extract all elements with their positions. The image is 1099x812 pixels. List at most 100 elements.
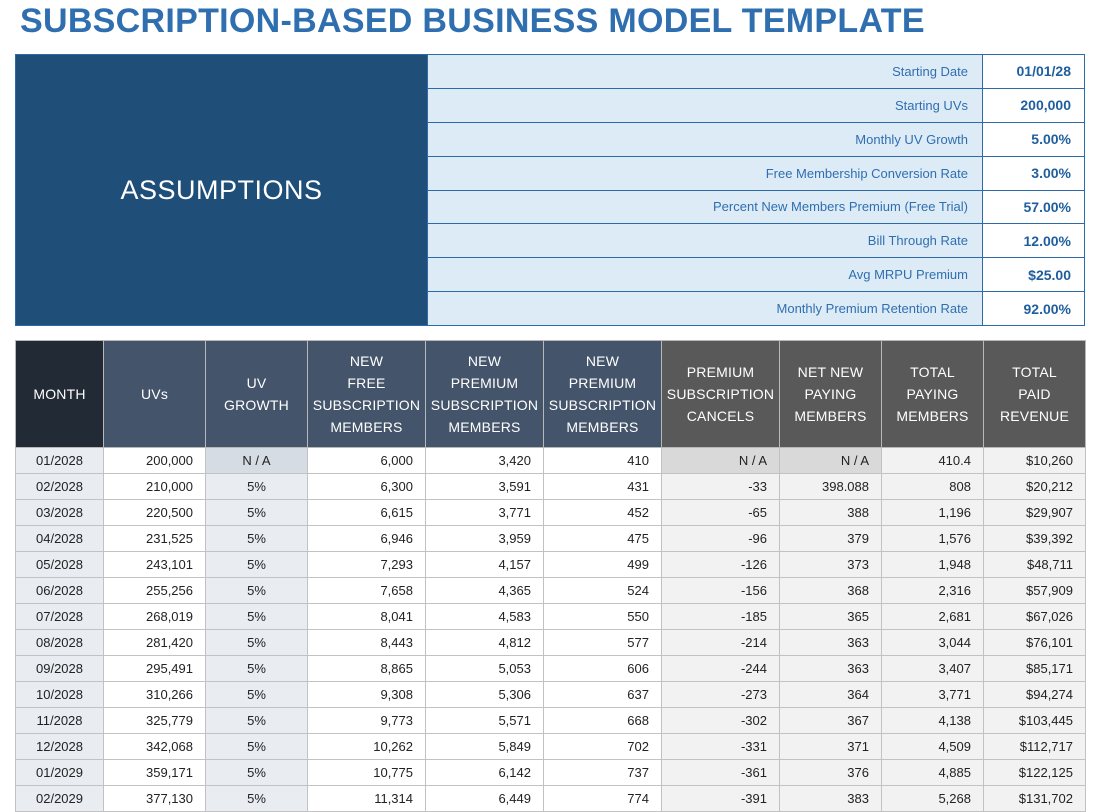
cell-premium-subscription-cancels[interactable]: -156 <box>661 577 780 604</box>
cell-total-paying-members[interactable]: 3,771 <box>881 681 984 708</box>
cell-net-new-paying-members[interactable]: 364 <box>779 681 882 708</box>
cell-new-premium-subscription-members[interactable]: 4,583 <box>425 603 544 630</box>
cell-uv-growth[interactable]: 5% <box>205 603 308 630</box>
cell-total-paying-members[interactable]: 4,885 <box>881 759 984 786</box>
assumption-value-retention-rate[interactable]: 92.00% <box>983 292 1084 325</box>
cell-new-premium-subscription-members-paid[interactable]: 637 <box>543 681 662 708</box>
cell-month[interactable]: 11/2028 <box>15 707 104 734</box>
cell-uv-growth[interactable]: 5% <box>205 551 308 578</box>
cell-net-new-paying-members[interactable]: 363 <box>779 655 882 682</box>
cell-total-paying-members[interactable]: 2,681 <box>881 603 984 630</box>
cell-new-premium-subscription-members[interactable]: 6,449 <box>425 785 544 812</box>
cell-uvs[interactable]: 210,000 <box>103 473 206 500</box>
cell-month[interactable]: 03/2028 <box>15 499 104 526</box>
cell-total-paying-members[interactable]: 1,948 <box>881 551 984 578</box>
cell-new-premium-subscription-members[interactable]: 3,591 <box>425 473 544 500</box>
cell-premium-subscription-cancels[interactable]: -244 <box>661 655 780 682</box>
cell-uvs[interactable]: 220,500 <box>103 499 206 526</box>
cell-new-premium-subscription-members[interactable]: 3,959 <box>425 525 544 552</box>
cell-total-paying-members[interactable]: 2,316 <box>881 577 984 604</box>
cell-new-premium-subscription-members[interactable]: 3,771 <box>425 499 544 526</box>
cell-new-premium-subscription-members-paid[interactable]: 431 <box>543 473 662 500</box>
cell-uv-growth[interactable]: 5% <box>205 707 308 734</box>
cell-uv-growth[interactable]: 5% <box>205 759 308 786</box>
cell-new-free-subscription-members[interactable]: 6,946 <box>307 525 426 552</box>
cell-month[interactable]: 10/2028 <box>15 681 104 708</box>
cell-total-paid-revenue[interactable]: $76,101 <box>983 629 1086 656</box>
cell-new-premium-subscription-members[interactable]: 5,571 <box>425 707 544 734</box>
cell-total-paid-revenue[interactable]: $29,907 <box>983 499 1086 526</box>
cell-new-premium-subscription-members-paid[interactable]: 410 <box>543 447 662 474</box>
cell-net-new-paying-members[interactable]: 398.088 <box>779 473 882 500</box>
cell-uv-growth[interactable]: 5% <box>205 577 308 604</box>
cell-total-paying-members[interactable]: 808 <box>881 473 984 500</box>
cell-premium-subscription-cancels[interactable]: -331 <box>661 733 780 760</box>
cell-uv-growth[interactable]: 5% <box>205 499 308 526</box>
cell-total-paying-members[interactable]: 1,576 <box>881 525 984 552</box>
cell-new-premium-subscription-members-paid[interactable]: 737 <box>543 759 662 786</box>
cell-uvs[interactable]: 359,171 <box>103 759 206 786</box>
cell-new-free-subscription-members[interactable]: 8,865 <box>307 655 426 682</box>
cell-uv-growth[interactable]: 5% <box>205 525 308 552</box>
cell-new-premium-subscription-members-paid[interactable]: 774 <box>543 785 662 812</box>
cell-uv-growth[interactable]: N / A <box>205 447 308 474</box>
cell-new-free-subscription-members[interactable]: 8,041 <box>307 603 426 630</box>
cell-month[interactable]: 02/2029 <box>15 785 104 812</box>
cell-premium-subscription-cancels[interactable]: -96 <box>661 525 780 552</box>
cell-new-premium-subscription-members-paid[interactable]: 702 <box>543 733 662 760</box>
cell-uv-growth[interactable]: 5% <box>205 733 308 760</box>
cell-new-premium-subscription-members-paid[interactable]: 524 <box>543 577 662 604</box>
cell-month[interactable]: 02/2028 <box>15 473 104 500</box>
cell-total-paying-members[interactable]: 5,268 <box>881 785 984 812</box>
cell-uv-growth[interactable]: 5% <box>205 785 308 812</box>
cell-net-new-paying-members[interactable]: 388 <box>779 499 882 526</box>
assumption-value-bill-through-rate[interactable]: 12.00% <box>983 224 1084 258</box>
cell-premium-subscription-cancels[interactable]: -273 <box>661 681 780 708</box>
cell-uvs[interactable]: 325,779 <box>103 707 206 734</box>
cell-new-free-subscription-members[interactable]: 6,300 <box>307 473 426 500</box>
cell-new-premium-subscription-members[interactable]: 3,420 <box>425 447 544 474</box>
cell-new-premium-subscription-members[interactable]: 5,306 <box>425 681 544 708</box>
cell-new-free-subscription-members[interactable]: 7,658 <box>307 577 426 604</box>
cell-new-premium-subscription-members[interactable]: 4,812 <box>425 629 544 656</box>
cell-total-paid-revenue[interactable]: $131,702 <box>983 785 1086 812</box>
cell-month[interactable]: 07/2028 <box>15 603 104 630</box>
cell-uv-growth[interactable]: 5% <box>205 681 308 708</box>
cell-total-paid-revenue[interactable]: $67,026 <box>983 603 1086 630</box>
cell-total-paying-members[interactable]: 1,196 <box>881 499 984 526</box>
cell-premium-subscription-cancels[interactable]: -185 <box>661 603 780 630</box>
assumption-value-monthly-uv-growth[interactable]: 5.00% <box>983 122 1084 156</box>
cell-net-new-paying-members[interactable]: N / A <box>779 447 882 474</box>
cell-new-premium-subscription-members[interactable]: 4,365 <box>425 577 544 604</box>
cell-month[interactable]: 01/2028 <box>15 447 104 474</box>
cell-uvs[interactable]: 310,266 <box>103 681 206 708</box>
cell-uvs[interactable]: 377,130 <box>103 785 206 812</box>
cell-new-free-subscription-members[interactable]: 7,293 <box>307 551 426 578</box>
cell-uvs[interactable]: 342,068 <box>103 733 206 760</box>
cell-total-paid-revenue[interactable]: $20,212 <box>983 473 1086 500</box>
cell-net-new-paying-members[interactable]: 368 <box>779 577 882 604</box>
cell-total-paid-revenue[interactable]: $112,717 <box>983 733 1086 760</box>
cell-uvs[interactable]: 255,256 <box>103 577 206 604</box>
cell-net-new-paying-members[interactable]: 363 <box>779 629 882 656</box>
cell-new-premium-subscription-members-paid[interactable]: 606 <box>543 655 662 682</box>
cell-total-paying-members[interactable]: 410.4 <box>881 447 984 474</box>
cell-month[interactable]: 01/2029 <box>15 759 104 786</box>
cell-net-new-paying-members[interactable]: 379 <box>779 525 882 552</box>
cell-new-premium-subscription-members-paid[interactable]: 499 <box>543 551 662 578</box>
cell-new-free-subscription-members[interactable]: 6,615 <box>307 499 426 526</box>
cell-total-paid-revenue[interactable]: $94,274 <box>983 681 1086 708</box>
cell-new-premium-subscription-members[interactable]: 4,157 <box>425 551 544 578</box>
cell-total-paid-revenue[interactable]: $10,260 <box>983 447 1086 474</box>
assumption-value-starting-uvs[interactable]: 200,000 <box>983 88 1084 122</box>
cell-total-paying-members[interactable]: 3,407 <box>881 655 984 682</box>
cell-uvs[interactable]: 268,019 <box>103 603 206 630</box>
cell-total-paying-members[interactable]: 4,138 <box>881 707 984 734</box>
cell-total-paying-members[interactable]: 3,044 <box>881 629 984 656</box>
cell-new-free-subscription-members[interactable]: 8,443 <box>307 629 426 656</box>
cell-net-new-paying-members[interactable]: 383 <box>779 785 882 812</box>
cell-net-new-paying-members[interactable]: 376 <box>779 759 882 786</box>
cell-new-free-subscription-members[interactable]: 11,314 <box>307 785 426 812</box>
cell-new-premium-subscription-members[interactable]: 5,053 <box>425 655 544 682</box>
cell-new-premium-subscription-members-paid[interactable]: 577 <box>543 629 662 656</box>
